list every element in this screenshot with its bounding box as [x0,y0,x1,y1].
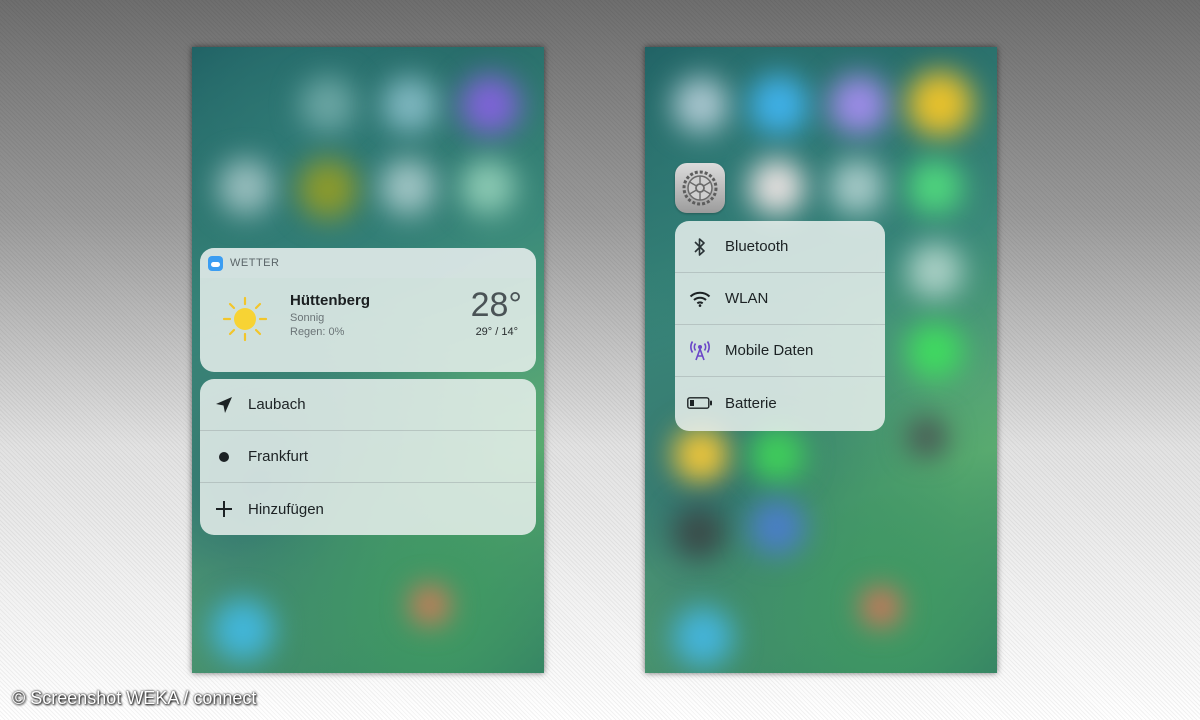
weather-city: Hüttenberg [290,292,370,309]
blurred-app-icon [673,507,725,559]
menu-item-label: Batterie [725,394,777,412]
weather-range: 29° / 14° [475,326,518,338]
blurred-app-icon [673,607,733,667]
blurred-app-icon [460,159,516,215]
weather-widget-body: Hüttenberg Sonnig Regen: 0% 28° 29° / 14… [200,278,536,372]
blurred-app-icon [673,427,729,483]
menu-item-label: Hinzufügen [248,500,324,518]
weather-rain: Regen: 0% [290,326,345,338]
menu-item-battery[interactable]: Batterie [675,377,885,429]
blurred-app-icon [300,77,356,133]
blurred-app-icon [212,599,274,661]
location-arrow-icon [200,396,248,414]
wifi-icon [675,291,725,307]
blurred-app-icon [907,71,973,137]
weather-quick-actions: Laubach Frankfurt Hinzufügen [200,379,536,535]
blurred-app-icon [749,427,805,483]
menu-item-label: Bluetooth [725,238,789,255]
menu-item-laubach[interactable]: Laubach [200,379,536,431]
menu-item-label: Mobile Daten [725,342,814,359]
menu-item-frankfurt[interactable]: Frankfurt [200,431,536,483]
blurred-app-icon [749,159,805,215]
sun-icon [222,296,268,342]
settings-gear-icon [682,170,718,206]
blurred-app-icon [749,75,809,135]
blurred-app-icon [907,243,963,299]
dot-icon [200,451,248,463]
blurred-app-icon [298,159,358,219]
blurred-app-icon [218,159,274,215]
blurred-app-icon [382,77,438,133]
blurred-app-icon [829,75,889,135]
screenshot-credit: © Screenshot WEKA / connect [12,688,257,708]
blurred-app-icon [380,159,436,215]
right-phone-screen: Bluetooth WLAN Mobile Daten Batterie [645,47,997,673]
weather-app-icon [208,255,223,271]
battery-icon [675,397,725,409]
blurred-app-icon [673,77,729,133]
blurred-app-icon [907,159,963,215]
blurred-app-icon [907,323,963,379]
menu-item-label: WLAN [725,290,769,307]
weather-app-name: WETTER [230,257,280,269]
blurred-app-icon [829,159,885,215]
plus-icon [200,500,248,518]
menu-item-label: Frankfurt [248,448,309,465]
settings-app-icon[interactable] [675,163,725,213]
blurred-app-icon [861,587,901,627]
menu-item-bluetooth[interactable]: Bluetooth [675,221,885,273]
left-phone-screen: WETTER Hüttenberg Sonnig Regen: 0% 28° 2… [192,47,544,673]
menu-item-mobile-data[interactable]: Mobile Daten [675,325,885,377]
bluetooth-icon [675,237,725,257]
weather-widget[interactable]: WETTER Hüttenberg Sonnig Regen: 0% 28° 2… [200,248,536,372]
blurred-app-icon [410,585,450,625]
weather-condition: Sonnig [290,312,325,324]
weather-widget-header: WETTER [200,248,536,278]
blurred-app-icon [749,499,805,555]
menu-item-wlan[interactable]: WLAN [675,273,885,325]
settings-quick-actions: Bluetooth WLAN Mobile Daten Batterie [675,221,885,431]
blurred-app-icon [460,75,520,135]
menu-item-add[interactable]: Hinzufügen [200,483,536,535]
cellular-antenna-icon [675,340,725,361]
menu-item-label: Laubach [248,396,306,413]
blurred-app-icon [907,417,947,457]
weather-temperature: 28° [470,286,522,324]
